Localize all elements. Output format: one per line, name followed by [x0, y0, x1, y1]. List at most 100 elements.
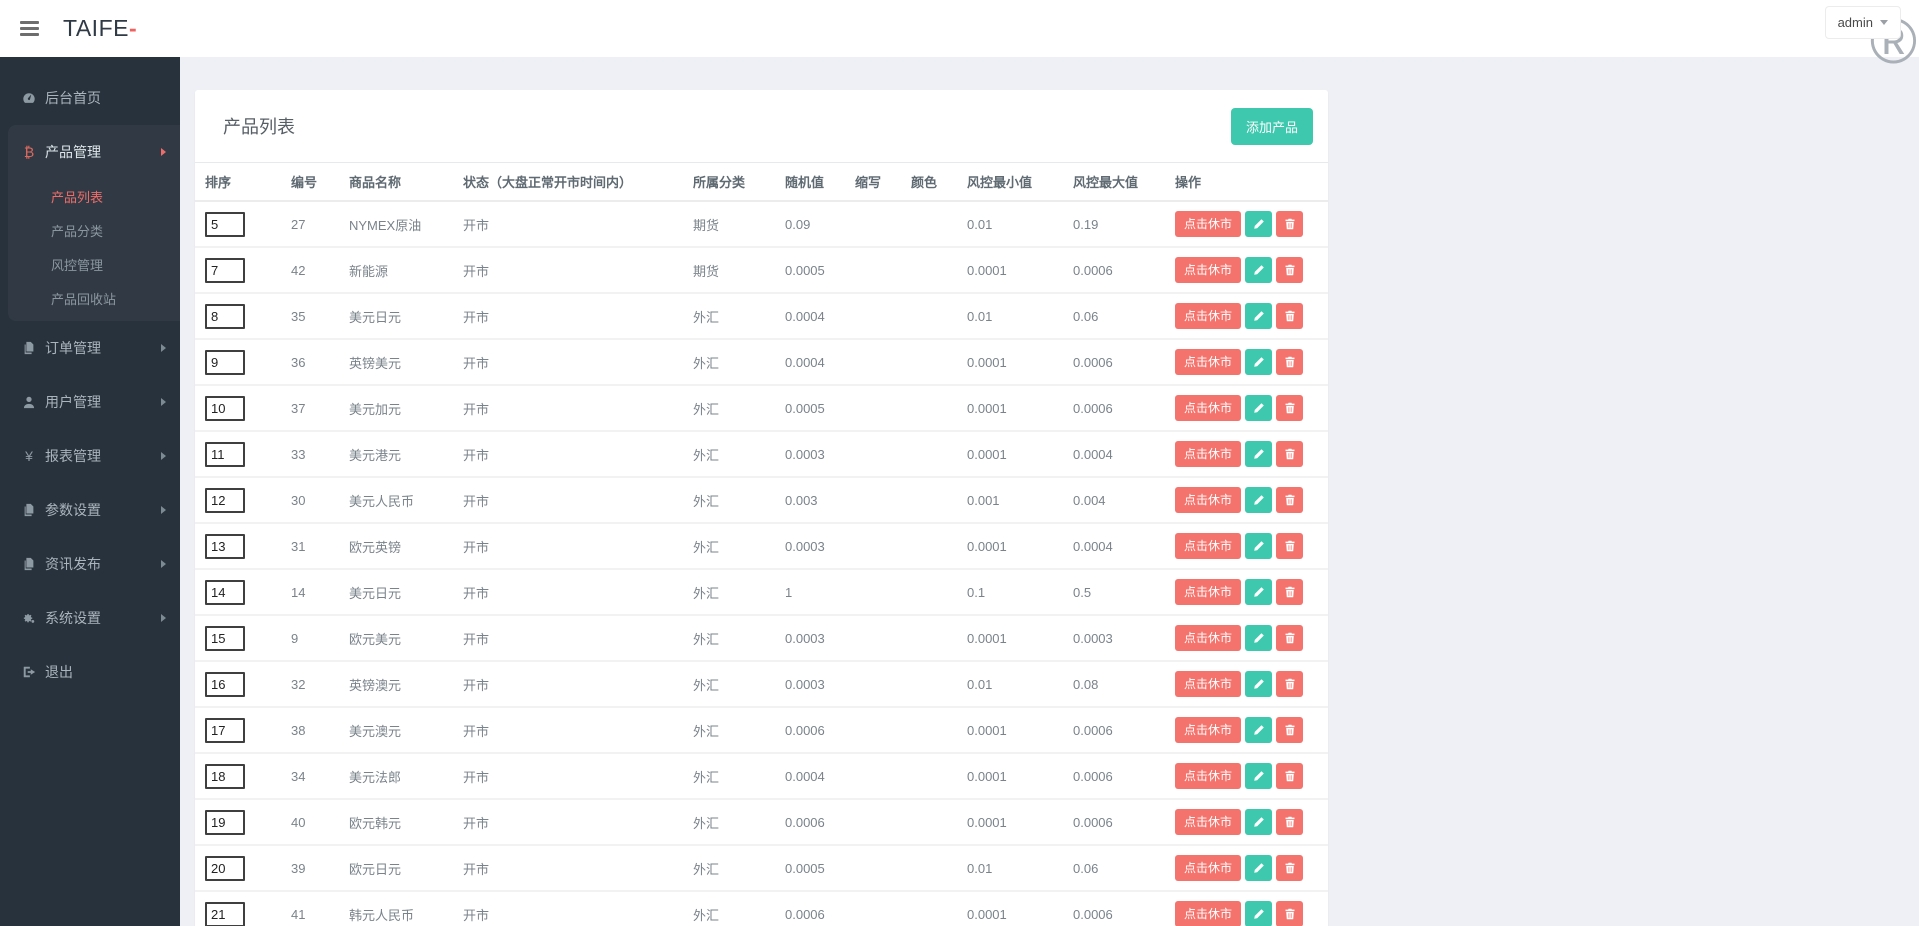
close-market-button[interactable]: 点击休市 — [1175, 533, 1242, 559]
sidebar-item-product-management[interactable]: ₿ 产品管理 — [8, 125, 180, 179]
trash-icon — [1285, 264, 1295, 276]
edit-button[interactable] — [1245, 671, 1273, 697]
sort-input[interactable] — [205, 809, 245, 835]
sidebar-item-report-management[interactable]: ¥ 报表管理 — [0, 429, 180, 483]
id-cell: 35 — [283, 293, 341, 340]
sort-input[interactable] — [205, 487, 245, 513]
name-cell: 美元日元 — [341, 293, 455, 340]
sort-input[interactable] — [205, 349, 245, 375]
edit-button[interactable] — [1245, 441, 1273, 467]
logout-icon — [21, 665, 37, 679]
delete-button[interactable] — [1276, 487, 1304, 513]
sort-input[interactable] — [205, 533, 245, 559]
sort-cell — [195, 523, 283, 570]
pencil-icon — [1253, 771, 1264, 781]
close-market-button[interactable]: 点击休市 — [1175, 211, 1242, 237]
edit-button[interactable] — [1245, 579, 1273, 605]
sidebar-item-dashboard[interactable]: 后台首页 — [0, 71, 180, 125]
delete-button[interactable] — [1276, 211, 1304, 237]
sort-input[interactable] — [205, 257, 245, 283]
edit-button[interactable] — [1245, 533, 1273, 559]
delete-button[interactable] — [1276, 763, 1304, 789]
edit-button[interactable] — [1245, 303, 1273, 329]
abbr-cell — [847, 339, 903, 386]
sidebar-item-product-category[interactable]: 产品分类 — [8, 213, 180, 247]
color-cell — [903, 477, 959, 524]
edit-button[interactable] — [1245, 211, 1273, 237]
hamburger-menu-icon[interactable] — [20, 21, 39, 36]
delete-button[interactable] — [1276, 349, 1304, 375]
edit-button[interactable] — [1245, 625, 1273, 651]
sort-input[interactable] — [205, 395, 245, 421]
abbr-cell — [847, 799, 903, 846]
close-market-button[interactable]: 点击休市 — [1175, 717, 1242, 743]
delete-button[interactable] — [1276, 855, 1304, 881]
edit-button[interactable] — [1245, 901, 1273, 926]
close-market-button[interactable]: 点击休市 — [1175, 625, 1242, 651]
sidebar-item-user-management[interactable]: 用户管理 — [0, 375, 180, 429]
delete-button[interactable] — [1276, 717, 1304, 743]
chevron-right-icon — [161, 614, 166, 622]
edit-button[interactable] — [1245, 809, 1273, 835]
actions-cell: 点击休市 — [1167, 339, 1328, 386]
edit-button[interactable] — [1245, 395, 1273, 421]
sidebar-item-logout[interactable]: 退出 — [0, 645, 180, 699]
delete-button[interactable] — [1276, 395, 1304, 421]
id-cell: 38 — [283, 707, 341, 754]
sort-cell — [195, 201, 283, 248]
col-header-actions: 操作 — [1167, 163, 1328, 202]
close-market-button[interactable]: 点击休市 — [1175, 671, 1242, 697]
delete-button[interactable] — [1276, 441, 1304, 467]
edit-button[interactable] — [1245, 487, 1273, 513]
edit-button[interactable] — [1245, 257, 1273, 283]
chevron-right-icon — [161, 560, 166, 568]
sort-input[interactable] — [205, 855, 245, 881]
sort-input[interactable] — [205, 303, 245, 329]
delete-button[interactable] — [1276, 257, 1304, 283]
delete-button[interactable] — [1276, 303, 1304, 329]
sidebar-item-parameter-settings[interactable]: 参数设置 — [0, 483, 180, 537]
edit-button[interactable] — [1245, 855, 1273, 881]
delete-button[interactable] — [1276, 579, 1304, 605]
sort-cell — [195, 891, 283, 926]
sidebar-item-product-recycle-bin[interactable]: 产品回收站 — [8, 281, 180, 315]
close-market-button[interactable]: 点击休市 — [1175, 809, 1242, 835]
close-market-button[interactable]: 点击休市 — [1175, 257, 1242, 283]
close-market-button[interactable]: 点击休市 — [1175, 901, 1242, 926]
delete-button[interactable] — [1276, 533, 1304, 559]
delete-button[interactable] — [1276, 901, 1304, 926]
sidebar-item-system-settings[interactable]: 系统设置 — [0, 591, 180, 645]
sort-input[interactable] — [205, 717, 245, 743]
sort-input[interactable] — [205, 579, 245, 605]
sort-input[interactable] — [205, 625, 245, 651]
sidebar-item-risk-management[interactable]: 风控管理 — [8, 247, 180, 281]
add-product-button[interactable]: 添加产品 — [1230, 107, 1313, 145]
close-market-button[interactable]: 点击休市 — [1175, 855, 1242, 881]
close-market-button[interactable]: 点击休市 — [1175, 303, 1242, 329]
close-market-button[interactable]: 点击休市 — [1175, 579, 1242, 605]
close-market-button[interactable]: 点击休市 — [1175, 763, 1242, 789]
close-market-button[interactable]: 点击休市 — [1175, 487, 1242, 513]
user-dropdown[interactable]: admin — [1824, 6, 1901, 39]
delete-button[interactable] — [1276, 671, 1304, 697]
edit-button[interactable] — [1245, 717, 1273, 743]
sidebar-item-news-publishing[interactable]: 资讯发布 — [0, 537, 180, 591]
close-market-button[interactable]: 点击休市 — [1175, 441, 1242, 467]
close-market-button[interactable]: 点击休市 — [1175, 395, 1242, 421]
sort-input[interactable] — [205, 211, 245, 237]
random-cell: 0.0005 — [777, 845, 847, 892]
trash-icon — [1285, 632, 1295, 644]
sort-input[interactable] — [205, 763, 245, 789]
sidebar-item-order-management[interactable]: 订单管理 — [0, 321, 180, 375]
sidebar-item-product-list[interactable]: 产品列表 — [8, 179, 180, 213]
name-cell: 美元法郎 — [341, 753, 455, 800]
edit-button[interactable] — [1245, 763, 1273, 789]
sort-input[interactable] — [205, 441, 245, 467]
close-market-button[interactable]: 点击休市 — [1175, 349, 1242, 375]
table-row: 27 NYMEX原油 开市 期货 0.09 0.01 0.19 点击休市 — [195, 201, 1328, 248]
delete-button[interactable] — [1276, 809, 1304, 835]
delete-button[interactable] — [1276, 625, 1304, 651]
sort-input[interactable] — [205, 901, 245, 926]
edit-button[interactable] — [1245, 349, 1273, 375]
sort-input[interactable] — [205, 671, 245, 697]
